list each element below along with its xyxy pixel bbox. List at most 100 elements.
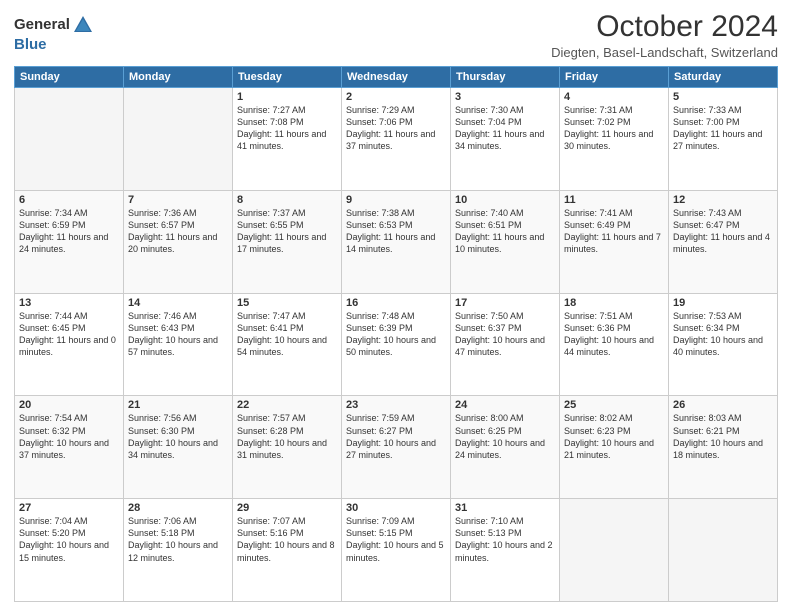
calendar: SundayMondayTuesdayWednesdayThursdayFrid…: [14, 66, 778, 602]
day-info: Sunrise: 7:27 AMSunset: 7:08 PMDaylight:…: [237, 104, 337, 153]
day-info: Sunrise: 7:56 AMSunset: 6:30 PMDaylight:…: [128, 412, 228, 461]
day-info: Sunrise: 7:40 AMSunset: 6:51 PMDaylight:…: [455, 207, 555, 256]
day-info: Sunrise: 7:53 AMSunset: 6:34 PMDaylight:…: [673, 310, 773, 359]
day-number: 26: [673, 399, 773, 411]
day-number: 1: [237, 91, 337, 103]
day-number: 14: [128, 297, 228, 309]
day-number: 21: [128, 399, 228, 411]
calendar-cell: 17Sunrise: 7:50 AMSunset: 6:37 PMDayligh…: [451, 293, 560, 396]
day-info: Sunrise: 7:31 AMSunset: 7:02 PMDaylight:…: [564, 104, 664, 153]
day-number: 2: [346, 91, 446, 103]
calendar-cell: 7Sunrise: 7:36 AMSunset: 6:57 PMDaylight…: [124, 190, 233, 293]
title-block: October 2024 Diegten, Basel-Landschaft, …: [551, 10, 778, 60]
day-info: Sunrise: 7:37 AMSunset: 6:55 PMDaylight:…: [237, 207, 337, 256]
calendar-cell: 5Sunrise: 7:33 AMSunset: 7:00 PMDaylight…: [669, 88, 778, 191]
day-info: Sunrise: 7:57 AMSunset: 6:28 PMDaylight:…: [237, 412, 337, 461]
day-info: Sunrise: 7:06 AMSunset: 5:18 PMDaylight:…: [128, 515, 228, 564]
day-number: 16: [346, 297, 446, 309]
day-info: Sunrise: 7:59 AMSunset: 6:27 PMDaylight:…: [346, 412, 446, 461]
calendar-cell: 6Sunrise: 7:34 AMSunset: 6:59 PMDaylight…: [15, 190, 124, 293]
day-number: 20: [19, 399, 119, 411]
calendar-cell: 16Sunrise: 7:48 AMSunset: 6:39 PMDayligh…: [342, 293, 451, 396]
calendar-cell: [669, 499, 778, 602]
day-info: Sunrise: 7:46 AMSunset: 6:43 PMDaylight:…: [128, 310, 228, 359]
day-info: Sunrise: 7:44 AMSunset: 6:45 PMDaylight:…: [19, 310, 119, 359]
day-number: 3: [455, 91, 555, 103]
day-info: Sunrise: 8:00 AMSunset: 6:25 PMDaylight:…: [455, 412, 555, 461]
calendar-cell: 24Sunrise: 8:00 AMSunset: 6:25 PMDayligh…: [451, 396, 560, 499]
day-number: 12: [673, 194, 773, 206]
day-number: 31: [455, 502, 555, 514]
day-info: Sunrise: 7:09 AMSunset: 5:15 PMDaylight:…: [346, 515, 446, 564]
calendar-cell: 10Sunrise: 7:40 AMSunset: 6:51 PMDayligh…: [451, 190, 560, 293]
day-number: 4: [564, 91, 664, 103]
day-number: 13: [19, 297, 119, 309]
calendar-cell: 12Sunrise: 7:43 AMSunset: 6:47 PMDayligh…: [669, 190, 778, 293]
calendar-cell: 4Sunrise: 7:31 AMSunset: 7:02 PMDaylight…: [560, 88, 669, 191]
day-info: Sunrise: 7:54 AMSunset: 6:32 PMDaylight:…: [19, 412, 119, 461]
calendar-cell: [560, 499, 669, 602]
logo-icon: [72, 14, 94, 36]
subtitle: Diegten, Basel-Landschaft, Switzerland: [551, 45, 778, 60]
day-number: 25: [564, 399, 664, 411]
week-row-3: 20Sunrise: 7:54 AMSunset: 6:32 PMDayligh…: [15, 396, 778, 499]
logo-blue: Blue: [14, 36, 47, 53]
week-row-2: 13Sunrise: 7:44 AMSunset: 6:45 PMDayligh…: [15, 293, 778, 396]
day-number: 27: [19, 502, 119, 514]
day-number: 15: [237, 297, 337, 309]
calendar-cell: 21Sunrise: 7:56 AMSunset: 6:30 PMDayligh…: [124, 396, 233, 499]
calendar-cell: 26Sunrise: 8:03 AMSunset: 6:21 PMDayligh…: [669, 396, 778, 499]
calendar-cell: 29Sunrise: 7:07 AMSunset: 5:16 PMDayligh…: [233, 499, 342, 602]
day-number: 18: [564, 297, 664, 309]
col-header-saturday: Saturday: [669, 67, 778, 88]
day-number: 22: [237, 399, 337, 411]
calendar-cell: 22Sunrise: 7:57 AMSunset: 6:28 PMDayligh…: [233, 396, 342, 499]
day-number: 30: [346, 502, 446, 514]
day-info: Sunrise: 7:10 AMSunset: 5:13 PMDaylight:…: [455, 515, 555, 564]
day-number: 17: [455, 297, 555, 309]
calendar-cell: 15Sunrise: 7:47 AMSunset: 6:41 PMDayligh…: [233, 293, 342, 396]
col-header-tuesday: Tuesday: [233, 67, 342, 88]
calendar-cell: 28Sunrise: 7:06 AMSunset: 5:18 PMDayligh…: [124, 499, 233, 602]
day-info: Sunrise: 7:36 AMSunset: 6:57 PMDaylight:…: [128, 207, 228, 256]
day-info: Sunrise: 7:50 AMSunset: 6:37 PMDaylight:…: [455, 310, 555, 359]
page: General Blue October 2024 Diegten, Basel…: [0, 0, 792, 612]
day-info: Sunrise: 7:04 AMSunset: 5:20 PMDaylight:…: [19, 515, 119, 564]
calendar-cell: 9Sunrise: 7:38 AMSunset: 6:53 PMDaylight…: [342, 190, 451, 293]
day-info: Sunrise: 7:29 AMSunset: 7:06 PMDaylight:…: [346, 104, 446, 153]
day-info: Sunrise: 7:33 AMSunset: 7:00 PMDaylight:…: [673, 104, 773, 153]
col-header-wednesday: Wednesday: [342, 67, 451, 88]
day-info: Sunrise: 7:48 AMSunset: 6:39 PMDaylight:…: [346, 310, 446, 359]
week-row-1: 6Sunrise: 7:34 AMSunset: 6:59 PMDaylight…: [15, 190, 778, 293]
day-number: 28: [128, 502, 228, 514]
day-info: Sunrise: 7:47 AMSunset: 6:41 PMDaylight:…: [237, 310, 337, 359]
calendar-cell: 25Sunrise: 8:02 AMSunset: 6:23 PMDayligh…: [560, 396, 669, 499]
day-number: 24: [455, 399, 555, 411]
calendar-cell: 13Sunrise: 7:44 AMSunset: 6:45 PMDayligh…: [15, 293, 124, 396]
calendar-cell: [15, 88, 124, 191]
week-row-0: 1Sunrise: 7:27 AMSunset: 7:08 PMDaylight…: [15, 88, 778, 191]
day-info: Sunrise: 7:38 AMSunset: 6:53 PMDaylight:…: [346, 207, 446, 256]
calendar-cell: 27Sunrise: 7:04 AMSunset: 5:20 PMDayligh…: [15, 499, 124, 602]
day-info: Sunrise: 7:51 AMSunset: 6:36 PMDaylight:…: [564, 310, 664, 359]
col-header-monday: Monday: [124, 67, 233, 88]
calendar-cell: 30Sunrise: 7:09 AMSunset: 5:15 PMDayligh…: [342, 499, 451, 602]
calendar-cell: 18Sunrise: 7:51 AMSunset: 6:36 PMDayligh…: [560, 293, 669, 396]
day-number: 6: [19, 194, 119, 206]
day-number: 8: [237, 194, 337, 206]
day-info: Sunrise: 7:34 AMSunset: 6:59 PMDaylight:…: [19, 207, 119, 256]
day-info: Sunrise: 8:03 AMSunset: 6:21 PMDaylight:…: [673, 412, 773, 461]
day-number: 5: [673, 91, 773, 103]
day-info: Sunrise: 8:02 AMSunset: 6:23 PMDaylight:…: [564, 412, 664, 461]
day-info: Sunrise: 7:41 AMSunset: 6:49 PMDaylight:…: [564, 207, 664, 256]
day-info: Sunrise: 7:07 AMSunset: 5:16 PMDaylight:…: [237, 515, 337, 564]
main-title: October 2024: [551, 10, 778, 43]
calendar-cell: 31Sunrise: 7:10 AMSunset: 5:13 PMDayligh…: [451, 499, 560, 602]
calendar-cell: [124, 88, 233, 191]
week-row-4: 27Sunrise: 7:04 AMSunset: 5:20 PMDayligh…: [15, 499, 778, 602]
calendar-cell: 2Sunrise: 7:29 AMSunset: 7:06 PMDaylight…: [342, 88, 451, 191]
day-number: 29: [237, 502, 337, 514]
day-number: 10: [455, 194, 555, 206]
calendar-cell: 11Sunrise: 7:41 AMSunset: 6:49 PMDayligh…: [560, 190, 669, 293]
col-header-sunday: Sunday: [15, 67, 124, 88]
